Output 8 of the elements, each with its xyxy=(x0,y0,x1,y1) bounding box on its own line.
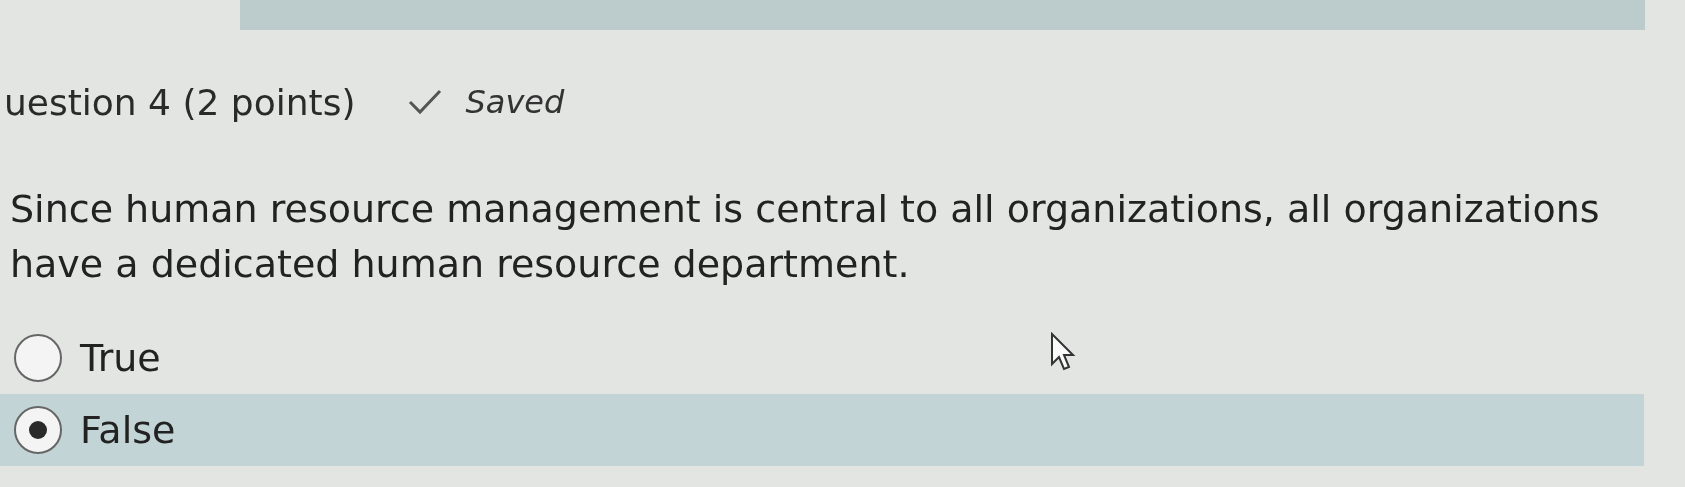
question-text: Since human resource management is central to all organizations, all organizations have a dedicated human resource department. xyxy=(9,186,1601,288)
radio-button[interactable] xyxy=(14,406,62,454)
question-title: uestion 4 (2 points) xyxy=(4,81,356,123)
pointer-icon xyxy=(1050,332,1076,372)
option-label[interactable]: False xyxy=(80,408,176,452)
radio-button[interactable] xyxy=(14,334,62,382)
saved-status: Saved xyxy=(465,83,565,121)
option-label[interactable]: True xyxy=(80,336,161,380)
